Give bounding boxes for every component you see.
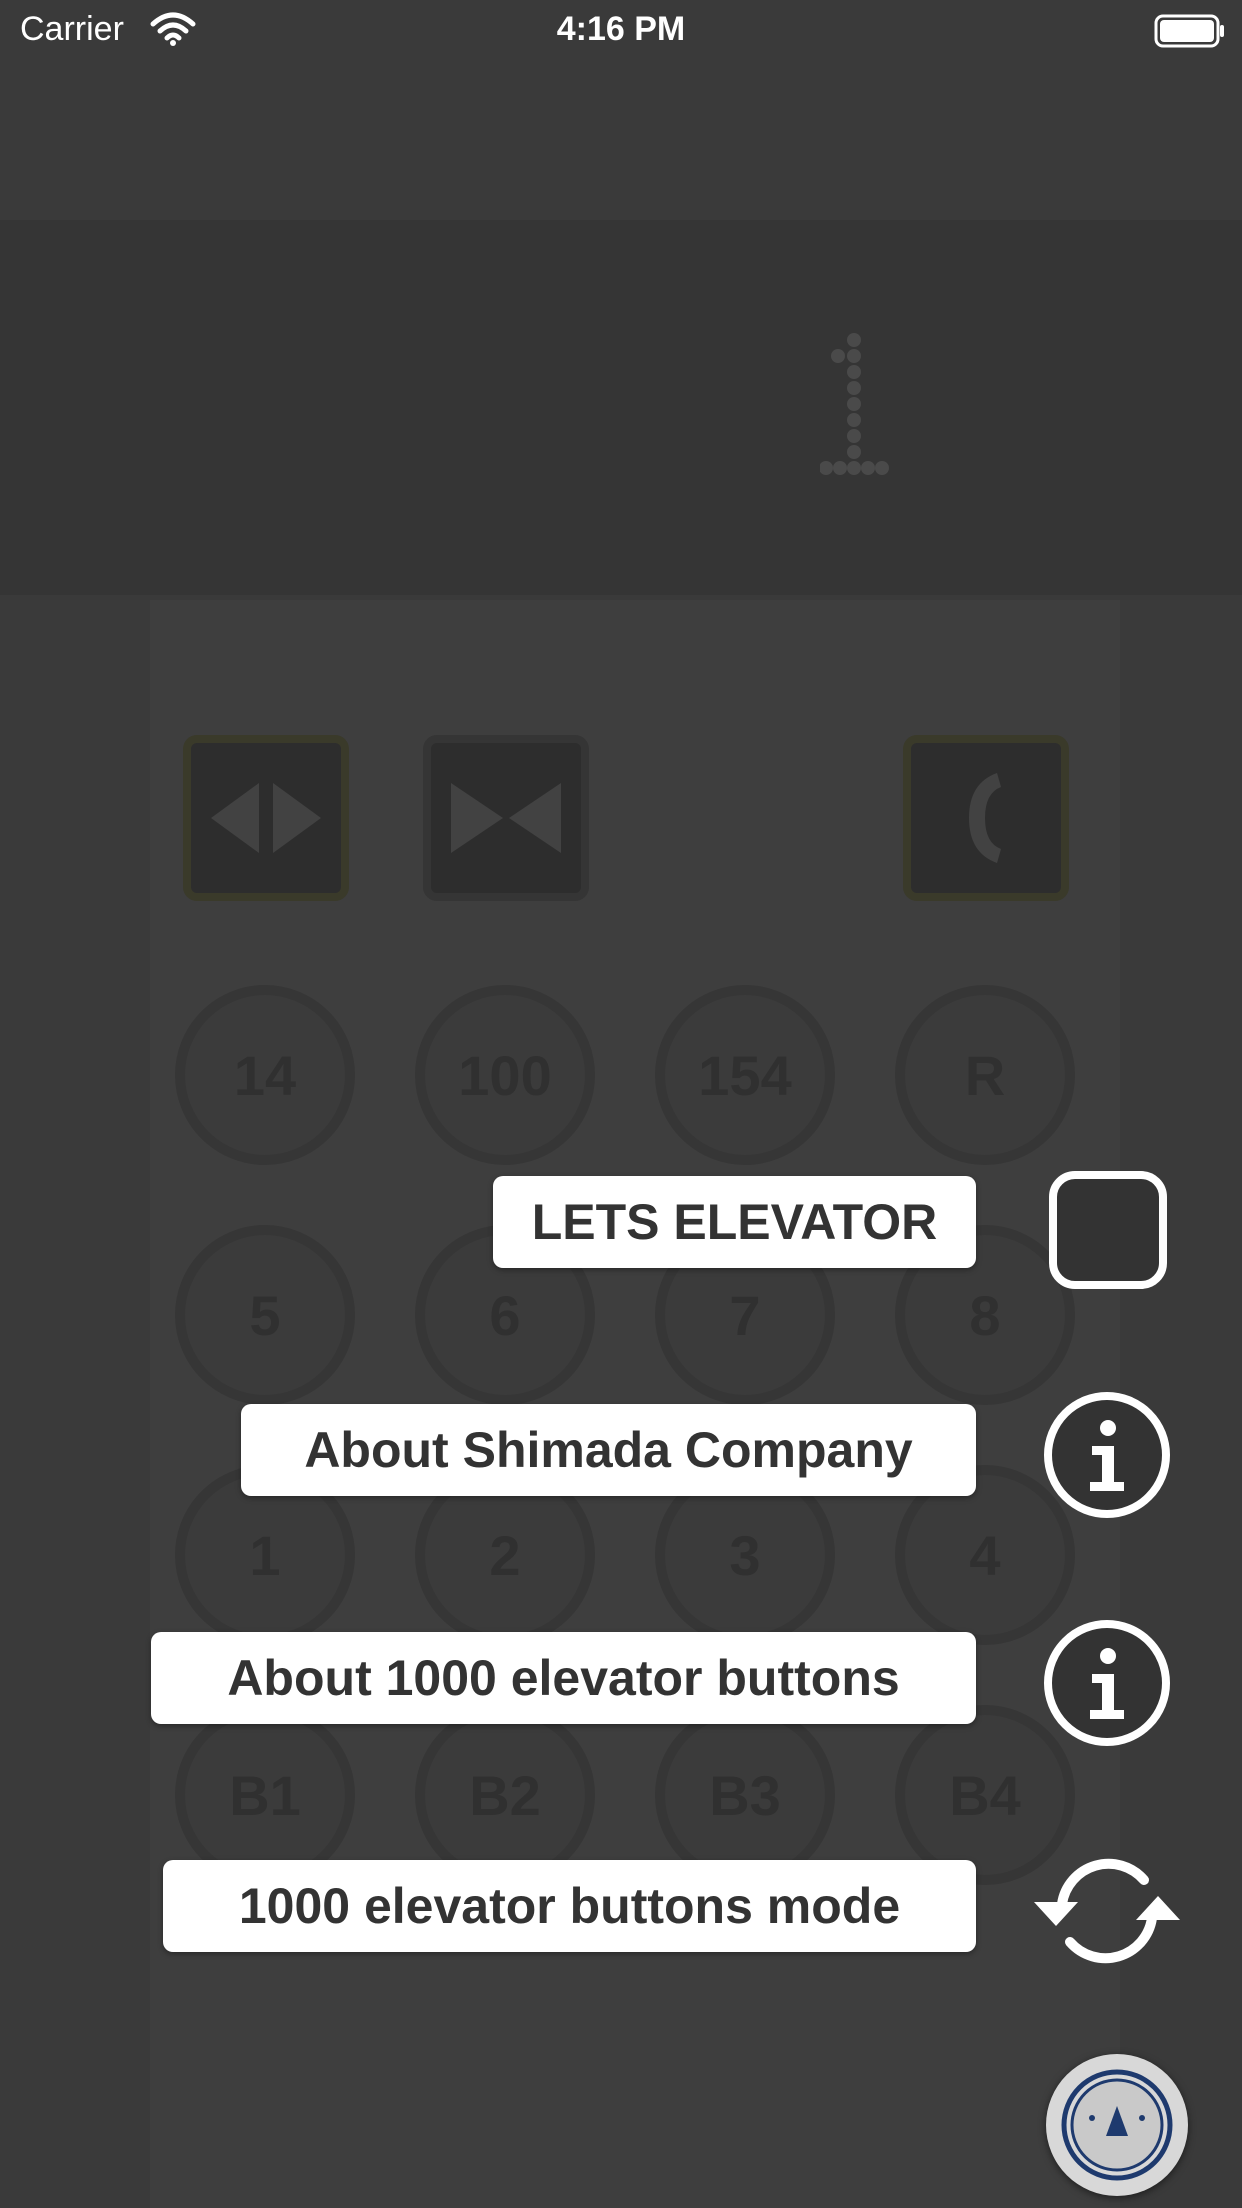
- floor-indicator: 1: [819, 330, 900, 505]
- about-1000-buttons-label[interactable]: About 1000 elevator buttons: [151, 1632, 976, 1724]
- floor-button-r[interactable]: R: [895, 985, 1075, 1165]
- menu-fab-button[interactable]: [1046, 2054, 1188, 2196]
- info-icon: [1044, 1392, 1170, 1518]
- info-icon: [1044, 1620, 1170, 1746]
- floor-button-14[interactable]: 14: [175, 985, 355, 1165]
- square-icon: [1049, 1171, 1167, 1289]
- buttons-mode-button[interactable]: [1032, 1846, 1182, 1981]
- door-open-icon: [211, 777, 321, 859]
- floor-display-panel: 1: [0, 220, 1242, 595]
- emergency-call-button[interactable]: [903, 735, 1069, 901]
- about-shimada-button[interactable]: [1042, 1390, 1172, 1525]
- floor-button-5[interactable]: 5: [175, 1225, 355, 1405]
- status-time: 4:16 PM: [556, 10, 686, 48]
- floor-button-154[interactable]: 154: [655, 985, 835, 1165]
- floor-button-b1[interactable]: B1: [175, 1705, 355, 1885]
- floor-button-b3[interactable]: B3: [655, 1705, 835, 1885]
- lets-elevator-label[interactable]: LETS ELEVATOR: [493, 1176, 976, 1268]
- door-close-icon: [451, 783, 561, 853]
- buttons-mode-label[interactable]: 1000 elevator buttons mode: [163, 1860, 976, 1952]
- phone-icon: [969, 773, 1001, 863]
- status-bar: Carrier 4:16 PM: [0, 0, 1242, 60]
- refresh-icon: [1034, 1858, 1180, 1964]
- door-close-button[interactable]: [423, 735, 589, 901]
- floor-button-100[interactable]: 100: [415, 985, 595, 1165]
- about-shimada-label[interactable]: About Shimada Company: [241, 1404, 976, 1496]
- lets-elevator-button[interactable]: [1048, 1170, 1168, 1295]
- door-open-button[interactable]: [183, 735, 349, 901]
- elevator-up-icon: [1061, 2069, 1173, 2181]
- about-1000-buttons-button[interactable]: [1042, 1618, 1172, 1753]
- floor-button-b2[interactable]: B2: [415, 1705, 595, 1885]
- battery-icon: [1154, 14, 1226, 57]
